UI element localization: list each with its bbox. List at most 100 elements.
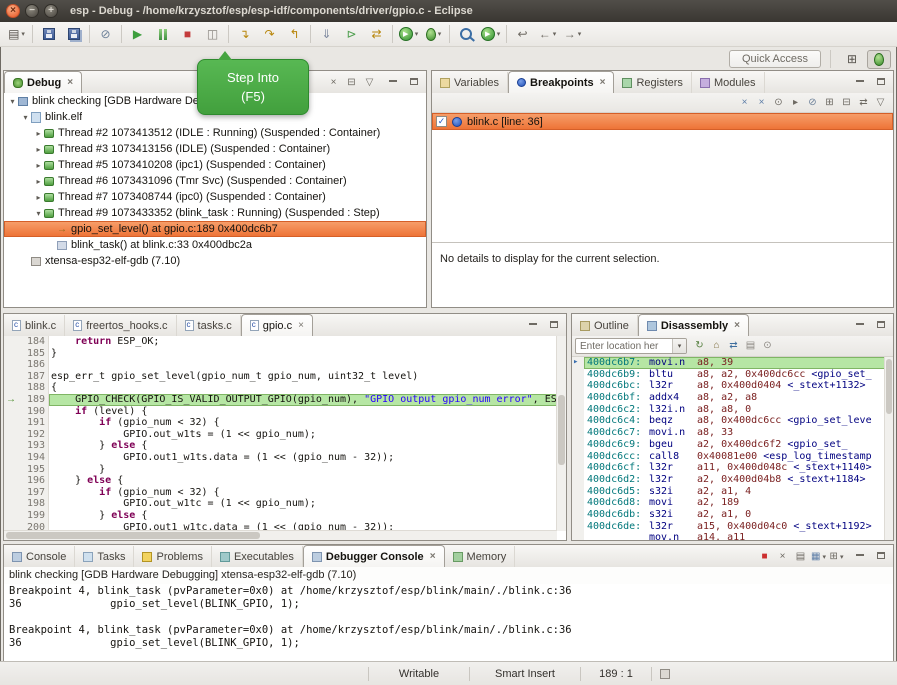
view-tab-memory[interactable]: Memory [445, 546, 516, 567]
forward-icon[interactable]: →▾ [560, 24, 585, 45]
save-icon[interactable] [36, 24, 61, 45]
location-combo[interactable]: Enter location her ▾ [575, 338, 687, 354]
close-tab-icon[interactable]: × [600, 77, 606, 88]
expand-icon[interactable]: ▸ [33, 129, 44, 138]
editor-tab-gpio-c[interactable]: gpio.c× [241, 314, 313, 336]
close-tab-icon[interactable]: × [734, 320, 740, 331]
open-console-icon[interactable]: ⊞▾ [828, 549, 845, 565]
disassembly-line[interactable]: 400dc6bf:addx4a8, a2, a8 [572, 392, 885, 404]
minimize-view-icon[interactable] [851, 547, 868, 563]
view-tab-modules[interactable]: Modules [692, 72, 765, 93]
minimize-view-icon[interactable] [851, 73, 868, 89]
debug-tree-item[interactable]: ▸Thread #3 1073413156 (IDLE) (Suspended … [4, 141, 426, 157]
expand-all-icon[interactable]: ⊞ [821, 95, 838, 111]
new-icon[interactable]: ▤▾ [4, 24, 29, 45]
disassembly-line[interactable]: 400dc6b9:bltua8, a2, 0x400dc6cc <gpio_se… [572, 369, 885, 381]
statusbar-button[interactable] [660, 669, 670, 679]
disassembly-line[interactable]: 400dc6c7:movi.na8, 33 [572, 427, 885, 439]
console-output[interactable]: Breakpoint 4, blink_task (pvParameter=0x… [4, 584, 893, 661]
expand-icon[interactable]: ▸ [33, 161, 44, 170]
back-icon[interactable]: ←▾ [535, 24, 560, 45]
disassembly-line[interactable]: 400dc6d8:movia2, 189 [572, 497, 885, 509]
editor-tab-blink-c[interactable]: blink.c [4, 315, 65, 336]
go-to-file-for-breakpoint-icon[interactable]: ▸ [787, 95, 804, 111]
collapse-all-icon[interactable]: ⊟ [838, 95, 855, 111]
run-icon[interactable]: ▶▾ [396, 24, 421, 45]
debug-tree[interactable]: ▾blink checking [GDB Hardware De▾blink.e… [4, 93, 426, 307]
show-breakpoints-supported-icon[interactable]: ⊙ [770, 95, 787, 111]
close-tab-icon[interactable]: × [298, 320, 304, 331]
debug-tree-item[interactable]: ▸Thread #6 1073431096 (Tmr Svc) (Suspend… [4, 173, 426, 189]
remove-all-breakpoints-icon[interactable]: × [753, 95, 770, 111]
refresh-icon[interactable]: ↻ [691, 338, 708, 354]
expand-icon[interactable]: ▸ [33, 177, 44, 186]
debug-tree-item[interactable]: ▸Thread #5 1073410208 (ipc1) (Suspended … [4, 157, 426, 173]
window-close-button[interactable]: × [6, 4, 20, 18]
debug-tree-item[interactable]: xtensa-esp32-elf-gdb (7.10) [4, 253, 426, 269]
disassembly-line[interactable]: 400dc6cf:l32ra11, 0x400d048c <_stext+114… [572, 462, 885, 474]
view-tab-executables[interactable]: Executables [212, 546, 303, 567]
view-tab-outline[interactable]: Outline [572, 315, 638, 336]
save-all-icon[interactable] [61, 24, 86, 45]
combo-dropdown-icon[interactable]: ▾ [672, 339, 686, 353]
debug-tree-item[interactable]: →gpio_set_level() at gpio.c:189 0x400dc6… [4, 221, 426, 237]
open-perspective-icon[interactable]: ⊞ [840, 50, 864, 69]
debug-tree-item[interactable]: ▸Thread #2 1073413512 (IDLE : Running) (… [4, 125, 426, 141]
debug-perspective-icon[interactable] [867, 50, 891, 69]
editor-tab-tasks-c[interactable]: tasks.c [177, 315, 241, 336]
breakpoint-checkbox[interactable]: ✓ [436, 116, 447, 127]
step-return-icon[interactable]: ↰ [282, 24, 307, 45]
collapse-icon[interactable]: ▾ [7, 97, 18, 106]
remove-launch-icon[interactable]: × [774, 549, 791, 565]
disassembly-line[interactable]: ▸400dc6b7:movi.na8, 39 [572, 357, 885, 369]
clear-console-icon[interactable]: ▤ [792, 549, 809, 565]
use-step-filters-icon[interactable]: ⇄ [364, 24, 389, 45]
maximize-view-icon[interactable] [872, 73, 889, 89]
disassembly-line[interactable]: 400dc6bc:l32ra8, 0x400d0404 <_stext+1132… [572, 380, 885, 392]
disassembly-line[interactable]: 400dc6cc:call80x40081e00 <esp_log_timest… [572, 451, 885, 463]
collapse-icon[interactable]: ▾ [20, 113, 31, 122]
skip-all-breakpoints-icon[interactable]: ⊘ [93, 24, 118, 45]
disassembly-line[interactable]: 400dc6c4:beqza8, 0x400dc6cc <gpio_set_le… [572, 415, 885, 427]
minimize-view-icon[interactable] [524, 316, 541, 332]
skip-all-breakpoints-icon[interactable]: ⊘ [804, 95, 821, 111]
step-over-icon[interactable]: ↷ [257, 24, 282, 45]
view-tab-console[interactable]: Console [4, 546, 75, 567]
breakpoint-item[interactable]: ✓blink.c [line: 36] [432, 113, 893, 130]
maximize-view-icon[interactable] [872, 547, 889, 563]
disassembly-line[interactable]: mov.na14, a11 [572, 532, 885, 540]
breakpoints-list[interactable]: ✓blink.c [line: 36] [432, 113, 893, 242]
home-icon[interactable]: ⌂ [708, 338, 725, 354]
view-menu-icon[interactable]: ▽ [361, 75, 378, 91]
show-source-icon[interactable]: ▤ [742, 338, 759, 354]
drop-to-frame-icon[interactable]: ⇓ [314, 24, 339, 45]
disassembly-line[interactable]: 400dc6d5:s32ia2, a1, 4 [572, 486, 885, 498]
view-tab-debugger-console[interactable]: Debugger Console× [303, 545, 445, 567]
scrollbar-thumb[interactable] [886, 359, 892, 414]
resume-icon[interactable]: ▶ [125, 24, 150, 45]
maximize-view-icon[interactable] [872, 316, 889, 332]
view-tab-tasks[interactable]: Tasks [75, 546, 134, 567]
view-tab-debug[interactable]: Debug× [4, 71, 82, 93]
view-tab-disassembly[interactable]: Disassembly× [638, 314, 749, 336]
disassembly-vertical-scrollbar[interactable] [884, 357, 893, 540]
view-menu-icon[interactable]: ▽ [872, 95, 889, 111]
view-tab-variables[interactable]: Variables [432, 72, 508, 93]
view-tab-breakpoints[interactable]: Breakpoints× [508, 71, 614, 93]
scrollbar-thumb[interactable] [6, 532, 260, 539]
terminate-icon[interactable]: ■ [756, 549, 773, 565]
minimize-view-icon[interactable] [384, 73, 401, 89]
last-edit-location-icon[interactable]: ↩ [510, 24, 535, 45]
terminate-icon[interactable]: ■ [175, 24, 200, 45]
remove-all-terminated-icon[interactable]: × [325, 75, 342, 91]
disassembly-line[interactable]: 400dc6db:s32ia2, a1, 0 [572, 509, 885, 521]
step-into-icon[interactable]: ↴ [232, 24, 257, 45]
suspend-icon[interactable] [150, 24, 175, 45]
disassembly-line[interactable]: 400dc6c2:l32i.na8, a8, 0 [572, 404, 885, 416]
remove-selected-breakpoints-icon[interactable]: × [736, 95, 753, 111]
editor-vertical-scrollbar[interactable] [556, 336, 566, 531]
instruction-stepping-icon[interactable]: ⊳ [339, 24, 364, 45]
debug-icon[interactable]: ▾ [421, 24, 446, 45]
sync-with-active-context-icon[interactable]: ⇄ [725, 338, 742, 354]
link-with-debug-view-icon[interactable]: ⇄ [855, 95, 872, 111]
